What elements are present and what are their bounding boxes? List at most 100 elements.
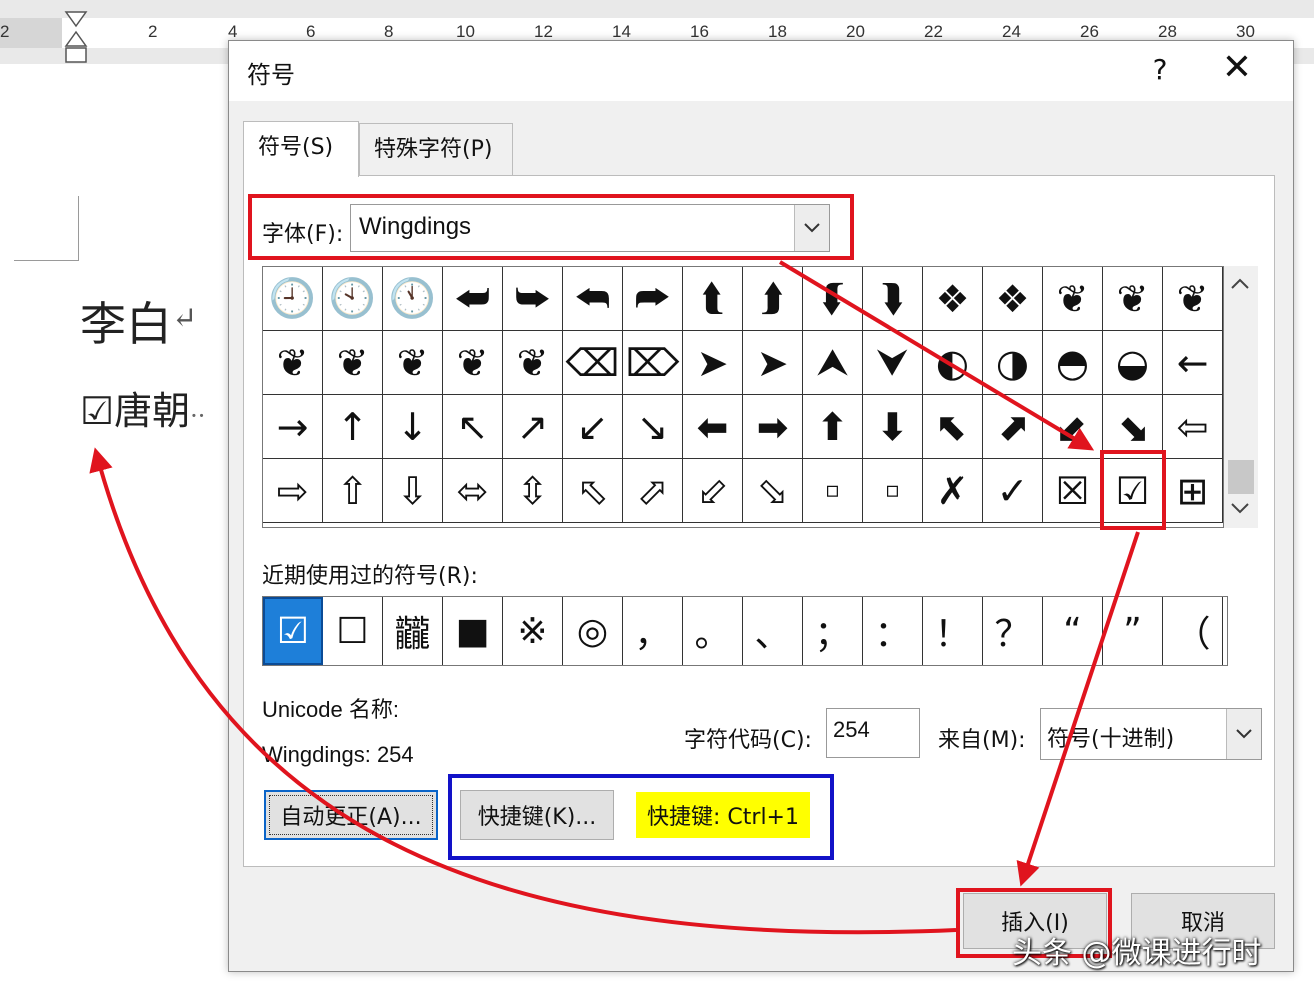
from-dropdown[interactable]: 符号(十进制) bbox=[1040, 708, 1262, 760]
symbol-cell[interactable]: ⇳ bbox=[503, 459, 563, 523]
inserted-checkbox-symbol: ☑ bbox=[80, 389, 115, 433]
scroll-thumb[interactable] bbox=[1228, 460, 1254, 494]
symbol-cell[interactable]: ⇩ bbox=[383, 459, 443, 523]
symbol-cell[interactable]: ▫ bbox=[863, 459, 923, 523]
recent-symbol-cell[interactable]: ？ bbox=[983, 597, 1043, 665]
symbol-cell[interactable]: ◐ bbox=[923, 331, 983, 395]
recent-symbol-cell[interactable]: ： bbox=[863, 597, 923, 665]
symbol-cell[interactable]: ↘ bbox=[623, 395, 683, 459]
symbol-cell[interactable]: ❦ bbox=[1103, 267, 1163, 331]
symbol-cell[interactable]: ⬆ bbox=[803, 395, 863, 459]
scroll-down-icon[interactable] bbox=[1230, 498, 1250, 519]
autocorrect-button[interactable]: 自动更正(A)... bbox=[264, 790, 438, 840]
symbol-cell[interactable]: ↙ bbox=[563, 395, 623, 459]
symbol-cell[interactable]: ❦ bbox=[443, 331, 503, 395]
symbol-cell[interactable]: ↖ bbox=[443, 395, 503, 459]
symbol-cell[interactable]: ← bbox=[1163, 331, 1223, 395]
symbol-cell[interactable]: ⬂ bbox=[743, 459, 803, 523]
page-margin-corner bbox=[14, 196, 79, 261]
help-button[interactable]: ? bbox=[1145, 53, 1175, 86]
symbol-cell[interactable]: ⌫ bbox=[563, 331, 623, 395]
symbol-cell[interactable]: ⮩ bbox=[503, 267, 563, 331]
symbol-cell[interactable]: ❦ bbox=[383, 331, 443, 395]
scroll-up-icon[interactable] bbox=[1230, 274, 1250, 295]
recent-symbol-cell[interactable]: ■ bbox=[443, 597, 503, 665]
grid-scrollbar[interactable] bbox=[1224, 266, 1258, 528]
recent-symbol-cell[interactable]: ※ bbox=[503, 597, 563, 665]
symbol-cell[interactable]: ⮪ bbox=[563, 267, 623, 331]
symbol-cell[interactable]: ❦ bbox=[1043, 267, 1103, 331]
symbol-cell[interactable]: ⮯ bbox=[863, 267, 923, 331]
symbol-cell[interactable]: 🕚 bbox=[383, 267, 443, 331]
recent-symbol-cell[interactable]: “ bbox=[1043, 597, 1103, 665]
symbol-cell[interactable]: ↑ bbox=[323, 395, 383, 459]
recent-symbol-cell[interactable]: ◎ bbox=[563, 597, 623, 665]
symbol-cell[interactable]: ⮨ bbox=[443, 267, 503, 331]
symbol-cell[interactable]: ⬀ bbox=[623, 459, 683, 523]
recent-symbols-list: ☑ ☐ 龖 ■ ※ ◎，。、；：！？ “” （ bbox=[262, 596, 1228, 666]
symbol-cell[interactable]: ⬄ bbox=[443, 459, 503, 523]
recent-symbol-cell[interactable]: ！ bbox=[923, 597, 983, 665]
symbol-cell[interactable]: ⇧ bbox=[323, 459, 383, 523]
symbol-cell[interactable]: ❦ bbox=[323, 331, 383, 395]
recent-symbol-cell[interactable]: ☐ bbox=[323, 597, 383, 665]
symbol-cell[interactable]: ⬉ bbox=[923, 395, 983, 459]
dialog-title: 符号 bbox=[247, 61, 295, 89]
symbol-cell[interactable]: ⇨ bbox=[263, 459, 323, 523]
ruler-label: 18 bbox=[768, 22, 787, 41]
tab-special-characters[interactable]: 特殊字符(P) bbox=[359, 123, 513, 175]
char-code-input[interactable]: 254 bbox=[826, 708, 920, 758]
symbol-cell[interactable]: ⬁ bbox=[563, 459, 623, 523]
recent-symbol-cell[interactable]: ， bbox=[623, 597, 683, 665]
recent-symbol-cell[interactable]: （ bbox=[1163, 597, 1223, 665]
symbol-cell[interactable]: ⮟ bbox=[863, 331, 923, 395]
recent-symbol-cell[interactable]: ； bbox=[803, 597, 863, 665]
symbol-cell[interactable]: ◑ bbox=[983, 331, 1043, 395]
symbol-cell[interactable]: ⬃ bbox=[683, 459, 743, 523]
recent-symbol-cell[interactable]: ☑ bbox=[263, 597, 323, 665]
symbol-cell[interactable]: ⮭ bbox=[743, 267, 803, 331]
symbol-cell[interactable]: ❦ bbox=[1163, 267, 1223, 331]
symbol-cell[interactable]: 🕘 bbox=[263, 267, 323, 331]
symbol-cell[interactable]: ◒ bbox=[1103, 331, 1163, 395]
recent-symbol-cell[interactable]: ” bbox=[1103, 597, 1163, 665]
ruler-label: 10 bbox=[456, 22, 475, 41]
symbol-cell[interactable]: ⌦ bbox=[623, 331, 683, 395]
symbol-cell[interactable]: ⬈ bbox=[983, 395, 1043, 459]
symbol-cell[interactable]: → bbox=[263, 395, 323, 459]
symbol-cell[interactable]: ▫ bbox=[803, 459, 863, 523]
symbol-cell[interactable]: ❦ bbox=[263, 331, 323, 395]
symbol-cell[interactable]: ⮫ bbox=[623, 267, 683, 331]
char-code-label: 字符代码(C): bbox=[684, 728, 812, 753]
recent-symbol-cell[interactable]: 龖 bbox=[383, 597, 443, 665]
symbol-cell[interactable]: ➤ bbox=[683, 331, 743, 395]
ruler-label: 2 bbox=[148, 22, 158, 41]
symbol-cell[interactable]: ➤ bbox=[743, 331, 803, 395]
recent-symbol-cell[interactable]: 、 bbox=[743, 597, 803, 665]
symbol-cell[interactable]: ⊞ bbox=[1163, 459, 1223, 523]
chevron-down-icon[interactable] bbox=[1226, 709, 1261, 759]
symbol-cell[interactable]: ❖ bbox=[983, 267, 1043, 331]
symbol-cell[interactable]: ➡ bbox=[743, 395, 803, 459]
symbol-grid: 🕘 🕙 🕚 ⮨ ⮩ ⮪ ⮫ ⮬ ⮭ ⮮ ⮯ ❖ ❖ ❦ ❦ ❦ ❦ ❦ ❦ ❦ ❦ ⌫ ⌦ ➤ ➤ ⮝ ⮟ ◐ ◑ ◓ ◒ ← → ↑ ↓ ↖ ↗ ↙ ↘ ⬅… bbox=[262, 266, 1224, 528]
symbol-cell[interactable]: ◓ bbox=[1043, 331, 1103, 395]
indent-marker-icon[interactable] bbox=[64, 10, 88, 64]
tab-symbols[interactable]: 符号(S) bbox=[243, 121, 359, 177]
symbol-cell[interactable]: ❖ bbox=[923, 267, 983, 331]
symbol-cell[interactable]: ❦ bbox=[503, 331, 563, 395]
symbol-cell[interactable]: ⮮ bbox=[803, 267, 863, 331]
symbol-cell[interactable]: ⇦ bbox=[1163, 395, 1223, 459]
symbol-cell[interactable]: ⬅ bbox=[683, 395, 743, 459]
symbol-cell[interactable]: ⮝ bbox=[803, 331, 863, 395]
symbol-cell[interactable]: 🕙 bbox=[323, 267, 383, 331]
symbol-cell[interactable]: ⬋ bbox=[1043, 395, 1103, 459]
symbol-cell[interactable]: ✓ bbox=[983, 459, 1043, 523]
close-button[interactable]: ✕ bbox=[1217, 47, 1257, 88]
symbol-cell[interactable]: ↗ bbox=[503, 395, 563, 459]
symbol-cell[interactable]: ⮬ bbox=[683, 267, 743, 331]
symbol-cell[interactable]: ✗ bbox=[923, 459, 983, 523]
symbol-cell[interactable]: ☒ bbox=[1043, 459, 1103, 523]
symbol-cell[interactable]: ⬇ bbox=[863, 395, 923, 459]
symbol-cell[interactable]: ↓ bbox=[383, 395, 443, 459]
recent-symbol-cell[interactable]: 。 bbox=[683, 597, 743, 665]
